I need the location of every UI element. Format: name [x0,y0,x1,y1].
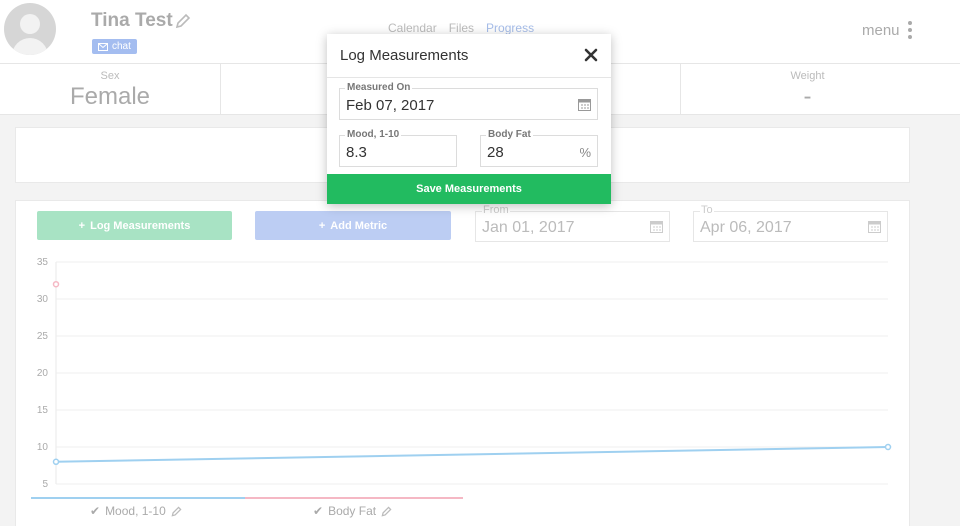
mood-value: 8.3 [346,144,367,161]
check-icon: ✔ [313,504,324,518]
series-line-0 [55,446,889,463]
mood-label: Mood, 1-10 [345,129,402,140]
edit-pencil-icon[interactable] [171,505,182,517]
mood-field[interactable]: Mood, 1-10 8.3 [339,129,457,167]
log-measurements-modal: Log Measurements Measured On Feb 07, 201… [327,34,611,204]
modal-title: Log Measurements [340,47,469,64]
legend-body-fat-label: Body Fat [328,504,377,518]
modal-divider [327,77,611,78]
check-icon: ✔ [90,504,101,518]
y-tick-label: 10 [37,442,49,453]
measured-on-field[interactable]: Measured On Feb 07, 2017 [339,82,598,120]
data-point [884,443,892,451]
legend-item-mood[interactable]: ✔ Mood, 1-10 [90,504,182,518]
measured-on-label: Measured On [345,82,413,93]
y-tick-label: 5 [42,479,48,490]
data-point [52,458,60,466]
measured-on-value: Feb 07, 2017 [346,97,435,114]
y-tick-label: 20 [37,368,49,379]
save-measurements-button[interactable]: Save Measurements [327,174,611,204]
calendar-icon [578,99,591,111]
body-fat-unit: % [579,145,591,160]
legend-mood-label: Mood, 1-10 [105,504,166,518]
data-point [52,280,60,288]
y-tick-label: 15 [37,405,49,416]
edit-pencil-icon[interactable] [381,505,392,517]
y-tick-label: 25 [37,331,49,342]
body-fat-value: 28 [487,144,504,161]
body-fat-field[interactable]: Body Fat 28 % [480,129,598,167]
close-icon[interactable] [584,48,598,62]
y-tick-label: 30 [37,294,49,305]
y-tick-label: 35 [37,257,49,268]
body-fat-label: Body Fat [486,129,533,140]
legend-item-body-fat[interactable]: ✔ Body Fat [313,504,392,518]
